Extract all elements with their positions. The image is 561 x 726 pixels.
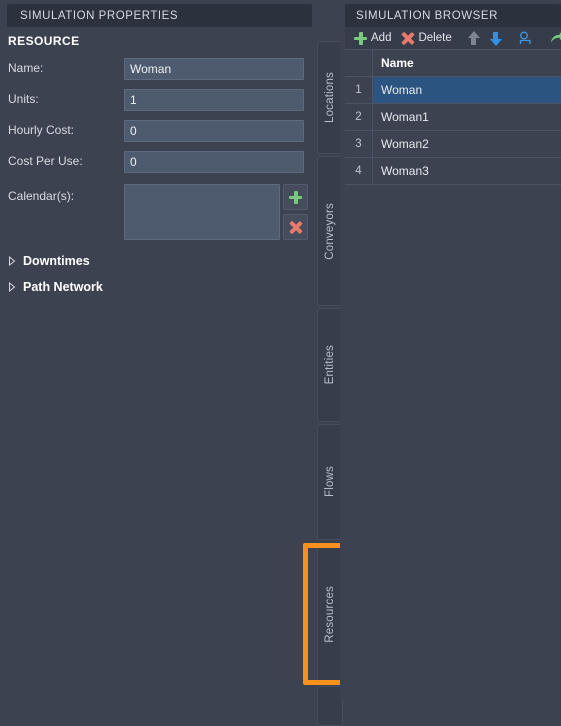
simulation-properties-title: SIMULATION PROPERTIES xyxy=(20,9,179,22)
table-header-name: Name xyxy=(381,56,414,70)
table-row[interactable]: 1 Woman xyxy=(345,77,561,104)
cost-per-use-label: Cost Per Use: xyxy=(8,154,83,168)
row-name[interactable]: Woman xyxy=(373,77,561,103)
expander-downtimes[interactable]: Downtimes xyxy=(8,254,90,268)
field-row-units: Units: xyxy=(0,89,312,111)
delete-button-label: Delete xyxy=(418,32,452,44)
move-down-button[interactable] xyxy=(485,28,507,48)
name-label: Name: xyxy=(8,61,44,75)
go-to-button[interactable] xyxy=(545,28,561,48)
plus-icon xyxy=(354,31,367,45)
sidebar-tab-locations-label: Locations xyxy=(324,71,336,124)
hourly-cost-label: Hourly Cost: xyxy=(8,123,75,137)
delete-calendar-button[interactable] xyxy=(283,214,308,240)
row-index: 2 xyxy=(345,104,373,130)
simulation-browser-panel: SIMULATION BROWSER Add Delete Name 1 Wom… xyxy=(340,0,561,699)
delete-button[interactable]: Delete xyxy=(396,28,456,48)
field-row-calendars: Calendar(s): xyxy=(0,184,312,240)
plus-icon xyxy=(289,190,302,204)
simulation-browser-toolbar: Add Delete xyxy=(345,27,561,49)
table-row[interactable]: 4 Woman3 xyxy=(345,158,561,185)
sidebar-tab-resources-label: Resources xyxy=(324,585,336,643)
sidebar-tab-flows-label: Flows xyxy=(324,466,336,498)
resources-table: Name 1 Woman 2 Woman1 3 Woman2 4 Woman3 xyxy=(345,49,561,699)
add-button[interactable]: Add xyxy=(349,28,396,48)
person-icon xyxy=(519,31,531,44)
table-header-index xyxy=(345,50,373,76)
sidebar-tab-conveyors-label: Conveyors xyxy=(324,202,336,260)
chevron-right-icon xyxy=(9,282,16,292)
arrow-down-icon xyxy=(489,31,502,46)
row-name[interactable]: Woman1 xyxy=(373,104,561,130)
simulation-browser-title: SIMULATION BROWSER xyxy=(356,9,498,22)
chevron-right-icon xyxy=(9,256,16,266)
row-name[interactable]: Woman3 xyxy=(373,158,561,184)
expander-downtimes-label: Downtimes xyxy=(23,254,90,268)
table-header-row: Name xyxy=(345,50,561,77)
simulation-properties-titlebar: SIMULATION PROPERTIES xyxy=(7,4,312,27)
add-calendar-button[interactable] xyxy=(283,184,308,210)
arrow-up-icon xyxy=(467,30,480,46)
field-row-name: Name: xyxy=(0,58,312,80)
row-index: 4 xyxy=(345,158,373,184)
expander-path-network[interactable]: Path Network xyxy=(8,280,103,294)
row-index: 3 xyxy=(345,131,373,157)
expander-path-network-label: Path Network xyxy=(23,280,103,294)
field-row-cost-per-use: Cost Per Use: xyxy=(0,151,312,173)
simulation-properties-body: RESOURCE Name: Units: Hourly Cost: Cost … xyxy=(0,27,312,699)
units-label: Units: xyxy=(8,92,39,106)
calendars-label: Calendar(s): xyxy=(8,189,75,203)
sidebar-tab-entities-label: Entities xyxy=(324,345,336,385)
duplicate-resource-button[interactable] xyxy=(513,28,539,48)
hourly-cost-input[interactable] xyxy=(124,120,304,142)
table-row[interactable]: 3 Woman2 xyxy=(345,131,561,158)
add-button-label: Add xyxy=(371,32,392,44)
units-input[interactable] xyxy=(124,89,304,111)
calendars-list[interactable] xyxy=(124,184,280,240)
field-row-hourly-cost: Hourly Cost: xyxy=(0,120,312,142)
table-row[interactable]: 2 Woman1 xyxy=(345,104,561,131)
simulation-properties-panel: SIMULATION PROPERTIES RESOURCE Name: Uni… xyxy=(0,0,312,699)
app-root: SIMULATION PROPERTIES RESOURCE Name: Uni… xyxy=(0,0,561,726)
simulation-browser-titlebar: SIMULATION BROWSER xyxy=(345,4,561,27)
resource-section-heading: RESOURCE xyxy=(8,34,80,48)
row-index: 1 xyxy=(345,77,373,103)
row-name[interactable]: Woman2 xyxy=(373,131,561,157)
move-up-button[interactable] xyxy=(463,28,485,48)
cost-per-use-input[interactable] xyxy=(124,151,304,173)
close-x-icon xyxy=(289,221,302,234)
close-x-icon xyxy=(401,32,414,45)
curved-arrow-right-icon xyxy=(550,32,561,43)
name-input[interactable] xyxy=(124,58,304,80)
